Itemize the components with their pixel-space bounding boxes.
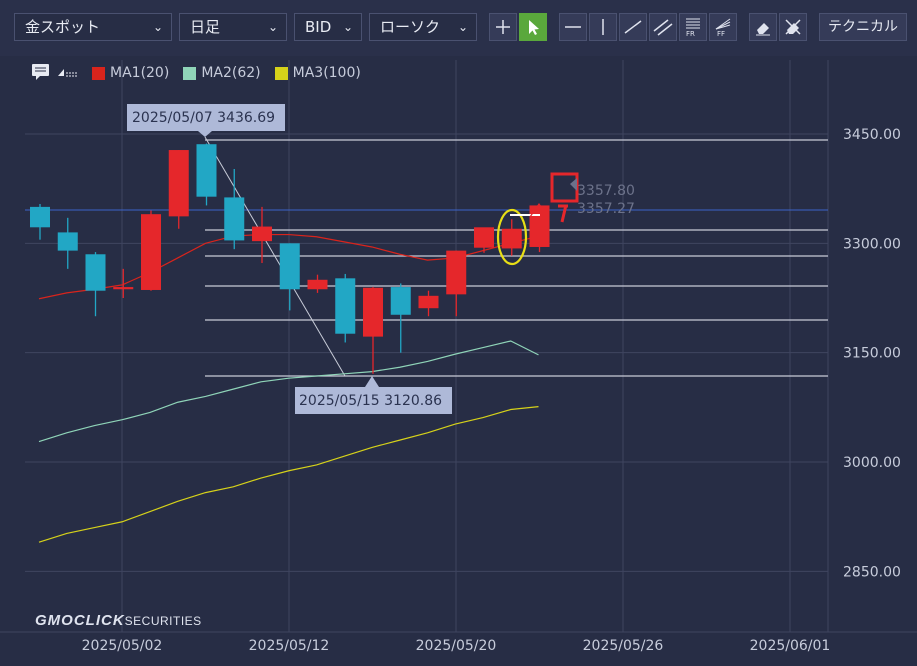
candle: [335, 273, 356, 343]
candle: [418, 290, 439, 317]
brand-logo: GMOCLICKSECURITIES: [35, 612, 202, 629]
candle-body: [418, 295, 439, 309]
candle-body: [529, 205, 550, 247]
y-tick-label: 3450.00: [843, 127, 901, 143]
candle-body: [196, 144, 217, 197]
candle-body: [224, 197, 245, 241]
candle: [196, 143, 217, 206]
x-tick-label: 2025/05/26: [583, 638, 664, 654]
candlesticks: [30, 143, 550, 374]
candle-body: [252, 226, 272, 242]
low-annotation-label: 2025/05/15 3120.86: [299, 393, 442, 409]
red-tick-marker: [560, 204, 568, 223]
candle: [307, 274, 328, 293]
bid-price-label: 3357.27: [577, 201, 635, 217]
x-tick-label: 2025/06/01: [750, 638, 831, 654]
brand-logo-name: GMOCLICK: [35, 612, 125, 629]
candle: [30, 203, 50, 240]
candle-body: [307, 279, 328, 290]
y-tick-label: 3000.00: [843, 455, 901, 471]
chart-grid: [0, 60, 917, 633]
price-chart[interactable]: 3450.00 3300.00 3150.00 3000.00 2850.00 2025/…: [0, 0, 917, 666]
candle-body: [279, 243, 300, 290]
y-tick-label: 3150.00: [843, 346, 901, 362]
candle: [252, 206, 272, 264]
ask-price-label: 3357.80: [577, 183, 635, 199]
candle-body: [335, 278, 356, 334]
candle: [390, 283, 411, 353]
red-square-marker: [550, 172, 579, 203]
candle: [446, 250, 467, 317]
chart-axes: 3450.00 3300.00 3150.00 3000.00 2850.00 2025/…: [82, 127, 901, 654]
low-annotation-pointer: [365, 376, 379, 387]
candle-body: [474, 227, 494, 248]
candle-body: [446, 250, 467, 295]
x-tick-label: 2025/05/12: [249, 638, 330, 654]
candle-body: [501, 228, 522, 249]
candle: [501, 219, 522, 256]
candle-body: [30, 206, 50, 228]
candle-body: [363, 287, 383, 337]
candle: [141, 210, 161, 291]
candle: [224, 168, 245, 250]
y-tick-label: 2850.00: [843, 564, 901, 580]
candle-body: [113, 287, 134, 290]
candle-body: [390, 287, 411, 315]
candle: [363, 287, 383, 374]
x-tick-label: 2025/05/02: [82, 638, 163, 654]
brand-logo-suffix: SECURITIES: [124, 614, 202, 628]
x-tick-label: 2025/05/20: [416, 638, 497, 654]
candle: [279, 243, 300, 311]
y-tick-label: 3300.00: [843, 236, 901, 252]
candle: [85, 252, 106, 317]
price-arrow-icon: [570, 178, 577, 191]
high-annotation-label: 2025/05/07 3436.69: [132, 110, 275, 126]
candle: [168, 150, 189, 229]
candle-body: [141, 214, 161, 290]
candle: [57, 217, 78, 269]
candle-body: [168, 150, 189, 217]
candle-body: [85, 254, 106, 291]
candle: [113, 268, 134, 298]
candle-body: [57, 232, 78, 251]
